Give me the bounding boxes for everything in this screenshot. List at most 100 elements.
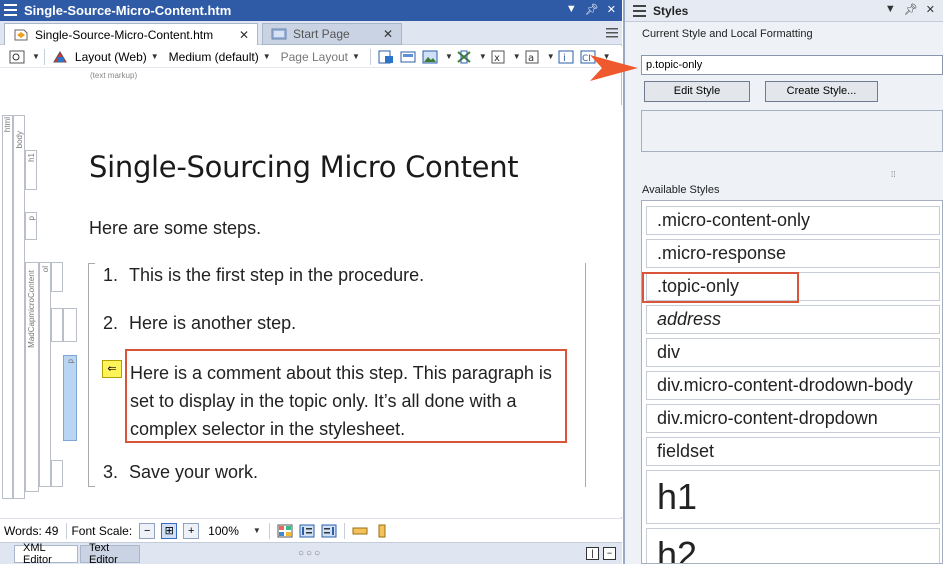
zoom-level[interactable]: 100% bbox=[208, 524, 239, 538]
create-style-button[interactable]: Create Style... bbox=[765, 81, 878, 102]
chevron-down-icon[interactable]: ▼ bbox=[513, 52, 521, 61]
layout-icon bbox=[53, 50, 67, 62]
font-decrease-button[interactable]: − bbox=[139, 522, 156, 539]
svg-text:x: x bbox=[494, 53, 500, 64]
show-blocks-icon[interactable] bbox=[321, 524, 337, 538]
close-tab-icon[interactable]: ✕ bbox=[239, 28, 249, 42]
ruler-horizontal-icon[interactable] bbox=[352, 524, 368, 538]
tab-start-page[interactable]: Start Page ✕ bbox=[262, 23, 402, 45]
topic-heading[interactable]: Single-Sourcing Micro Content bbox=[89, 150, 519, 184]
list-item[interactable]: 1. This is the first step in the procedur… bbox=[103, 265, 424, 286]
comment-line: Here is a comment about this step. This … bbox=[130, 363, 552, 383]
variable-icon[interactable]: x bbox=[490, 50, 506, 64]
splitter-grip-icon[interactable]: ○○○ bbox=[298, 548, 322, 559]
pin-icon[interactable]: 📌︎ bbox=[904, 3, 918, 16]
grid-view-icon[interactable] bbox=[277, 524, 293, 538]
structure-bar-li-1[interactable] bbox=[51, 262, 63, 292]
chevron-down-icon[interactable]: ▼ bbox=[32, 52, 40, 61]
svg-text:a: a bbox=[528, 53, 534, 64]
style-item[interactable]: fieldset bbox=[646, 437, 940, 466]
split-vertical-icon[interactable]: | bbox=[586, 547, 599, 560]
style-item[interactable]: h2 bbox=[646, 528, 940, 563]
callout-arrow-icon bbox=[590, 55, 638, 81]
structure-label-body: body bbox=[15, 131, 24, 149]
condition-marker-icon[interactable]: ⇐ bbox=[102, 360, 122, 378]
structure-bar-ol[interactable] bbox=[39, 262, 51, 487]
font-reset-button[interactable]: ⊞ bbox=[161, 522, 178, 539]
chevron-down-icon[interactable]: ▼ bbox=[445, 52, 453, 61]
style-item[interactable]: .micro-response bbox=[646, 239, 940, 268]
window-controls: ▼ 📌︎ ✕ bbox=[566, 3, 616, 16]
chevron-down-icon[interactable]: ▼ bbox=[253, 526, 261, 535]
show-structure-icon[interactable] bbox=[299, 524, 315, 538]
text-icon[interactable]: a bbox=[524, 50, 540, 64]
structure-bar-p-selected[interactable] bbox=[63, 355, 77, 441]
font-increase-button[interactable]: + bbox=[183, 522, 200, 539]
style-item[interactable]: div.micro-content-drodown-body bbox=[646, 371, 940, 400]
structure-bar-body[interactable] bbox=[13, 115, 25, 499]
structure-bar-html[interactable] bbox=[2, 115, 13, 499]
available-styles-label: Available Styles bbox=[642, 184, 720, 196]
split-horizontal-icon[interactable]: − bbox=[603, 547, 616, 560]
structure-label-p: p bbox=[27, 216, 36, 221]
info-icon[interactable]: i bbox=[558, 50, 574, 64]
conditions-icon[interactable] bbox=[378, 50, 394, 64]
markers-icon[interactable] bbox=[456, 50, 472, 64]
start-page-icon bbox=[271, 28, 287, 40]
close-icon[interactable]: ✕ bbox=[607, 3, 616, 16]
show-tags-icon[interactable] bbox=[400, 50, 416, 64]
splitter-grip-icon[interactable]: ⁞⁞ bbox=[891, 170, 895, 179]
close-icon[interactable]: ✕ bbox=[926, 3, 935, 16]
comment-line: complex selector in the stylesheet. bbox=[130, 419, 406, 439]
htm-file-icon bbox=[14, 29, 28, 40]
page-layout-dropdown[interactable]: Page Layout ▼ bbox=[281, 50, 360, 64]
style-item[interactable]: address bbox=[646, 305, 940, 334]
preview-icon[interactable] bbox=[9, 50, 25, 64]
current-style-label: Current Style and Local Formatting bbox=[642, 28, 813, 40]
tab-single-source[interactable]: Single-Source-Micro-Content.htm ✕ bbox=[4, 23, 258, 45]
chevron-down-icon[interactable]: ▼ bbox=[479, 52, 487, 61]
editor-titlebar: Single-Source-Micro-Content.htm ▼ 📌︎ ✕ bbox=[0, 0, 622, 21]
word-count: Words: 49 bbox=[4, 523, 59, 538]
style-item[interactable]: .micro-content-only bbox=[646, 206, 940, 235]
window-title: Single-Source-Micro-Content.htm bbox=[24, 3, 232, 18]
chevron-down-icon: ▼ bbox=[262, 52, 271, 61]
image-icon[interactable] bbox=[422, 50, 438, 64]
style-item[interactable]: div.micro-content-dropdown bbox=[646, 404, 940, 433]
structure-bar-p-list[interactable] bbox=[63, 308, 77, 342]
editor-mode-tabs: XML Editor Text Editor ○○○ | − bbox=[0, 542, 622, 564]
close-tab-icon[interactable]: ✕ bbox=[383, 27, 393, 41]
list-item[interactable]: 3. Save your work. bbox=[103, 462, 258, 483]
structure-label-microcontent: MadCapmicroContent bbox=[27, 270, 36, 348]
chevron-down-icon: ▼ bbox=[150, 52, 159, 61]
medium-dropdown[interactable]: Medium (default) ▼ bbox=[169, 50, 271, 64]
dropdown-arrow-icon[interactable]: ▼ bbox=[566, 3, 577, 16]
layout-dropdown[interactable]: Layout (Web) ▼ bbox=[75, 50, 159, 64]
current-style-field[interactable]: p.topic-only bbox=[641, 55, 943, 75]
style-item[interactable]: h1 bbox=[646, 470, 940, 524]
topic-only-highlight bbox=[642, 272, 799, 303]
ruler-vertical-icon[interactable] bbox=[374, 524, 390, 538]
structure-bar-li-3[interactable] bbox=[51, 460, 63, 487]
xml-editor-window: Single-Source-Micro-Content.htm ▼ 📌︎ ✕ S… bbox=[0, 0, 622, 564]
tab-xml-editor[interactable]: XML Editor bbox=[14, 542, 78, 564]
structure-bar-li-2[interactable] bbox=[51, 308, 63, 342]
intro-paragraph[interactable]: Here are some steps. bbox=[89, 218, 261, 239]
structure-label-ol: ol bbox=[41, 266, 50, 273]
menu-icon[interactable] bbox=[633, 5, 646, 17]
available-styles-list[interactable]: .micro-content-only .micro-response .top… bbox=[641, 200, 943, 564]
font-scale-label: Font Scale: bbox=[71, 523, 133, 538]
chevron-down-icon: ▼ bbox=[352, 52, 360, 61]
list-item[interactable]: 2. Here is another step. bbox=[103, 313, 296, 334]
dropdown-arrow-icon[interactable]: ▼ bbox=[885, 3, 896, 16]
chevron-down-icon[interactable]: ▼ bbox=[547, 52, 555, 61]
pin-icon[interactable]: 📌︎ bbox=[585, 3, 599, 16]
edit-style-button[interactable]: Edit Style bbox=[644, 81, 750, 102]
tab-text-editor[interactable]: Text Editor bbox=[80, 542, 140, 564]
style-item[interactable]: div bbox=[646, 338, 940, 367]
tab-list-icon[interactable] bbox=[606, 26, 618, 40]
menu-icon[interactable] bbox=[4, 4, 17, 16]
tab-label: Single-Source-Micro-Content.htm bbox=[35, 27, 214, 42]
editor-statusbar: Words: 49 Font Scale: − ⊞ + 100% ▼ bbox=[0, 518, 622, 542]
topic-only-comment-paragraph[interactable]: Here is a comment about this step. This … bbox=[125, 349, 567, 443]
